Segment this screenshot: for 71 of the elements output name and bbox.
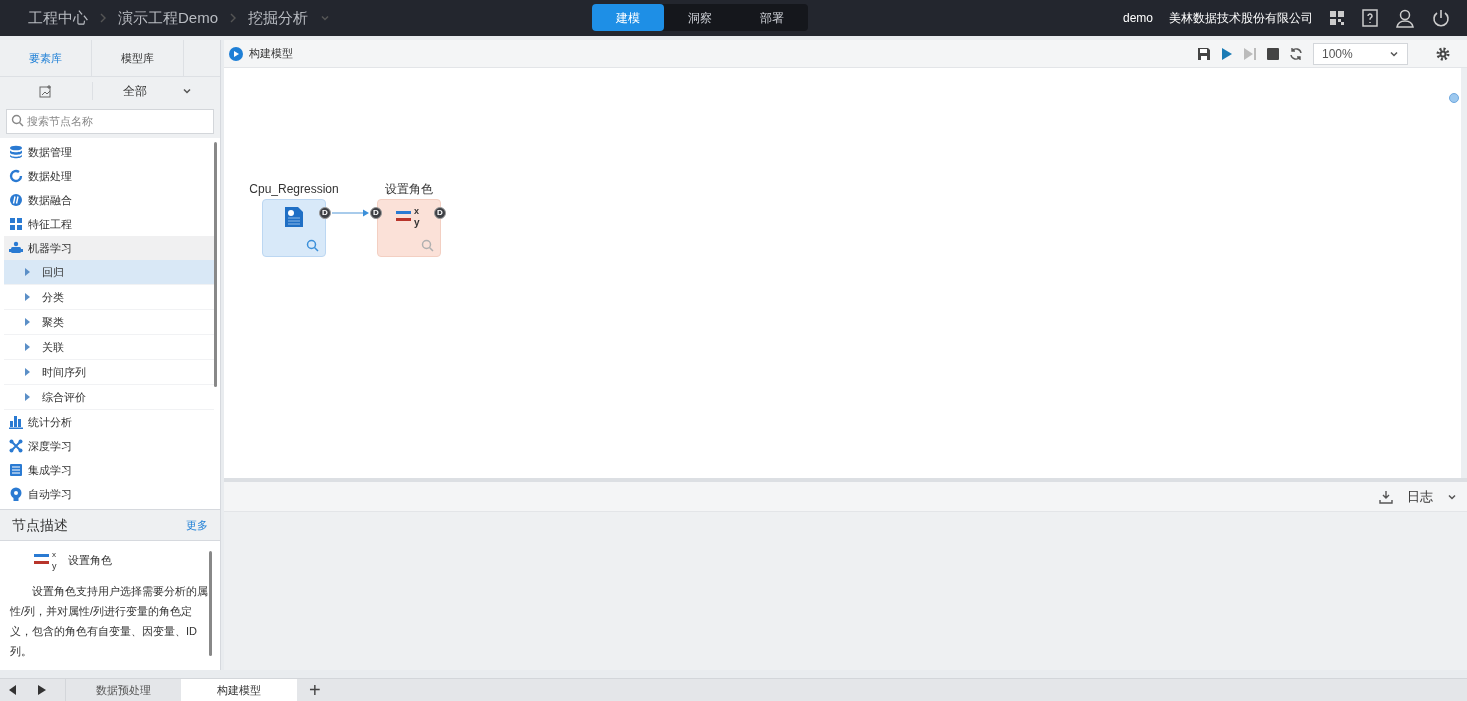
- database-icon: [9, 145, 23, 159]
- image-add-icon[interactable]: [39, 84, 53, 98]
- company-name: 美林数据技术股份有限公司: [1169, 10, 1313, 27]
- node-label: 设置角色: [385, 181, 433, 198]
- scrollbar-thumb[interactable]: [209, 551, 212, 656]
- mode-tab[interactable]: 部署: [736, 4, 808, 31]
- search-icon: [11, 114, 24, 127]
- grid-icon: [9, 217, 23, 231]
- zoom-dropdown[interactable]: 100%: [1313, 42, 1408, 65]
- caret-right-icon: [24, 343, 30, 351]
- run-icon[interactable]: [1221, 46, 1233, 61]
- log-title: 日志: [1407, 487, 1433, 506]
- user-name: demo: [1122, 10, 1153, 27]
- stop-icon[interactable]: [1267, 47, 1279, 60]
- tree-item[interactable]: 回归: [4, 260, 214, 285]
- add-tab-button[interactable]: +: [309, 680, 321, 700]
- panel-title: 节点描述: [12, 515, 68, 535]
- bulb-icon: [9, 487, 23, 501]
- canvas-title: 构建模型: [249, 46, 293, 62]
- chevron-right-icon: [100, 13, 106, 23]
- tree-item[interactable]: 统计分析: [4, 410, 214, 434]
- node-name: 设置角色: [68, 552, 112, 568]
- tree-item[interactable]: 数据融合: [4, 188, 214, 212]
- network-icon: [9, 439, 23, 453]
- merge-icon: [9, 193, 23, 207]
- port[interactable]: D: [370, 207, 382, 219]
- breadcrumb-link[interactable]: 工程中心: [28, 6, 88, 30]
- document-icon: [284, 206, 304, 228]
- bar-chart-icon: [9, 415, 23, 429]
- description-text: 设置角色支持用户选择需要分析的属性/列，并对属性/列进行变量的角色定义，包含的角色有自变量、因变量、ID列。: [10, 584, 209, 659]
- power-icon[interactable]: [1431, 8, 1451, 28]
- tree-item[interactable]: 特征工程: [4, 212, 214, 236]
- search-icon[interactable]: [306, 239, 319, 252]
- qr-code-icon[interactable]: [1329, 10, 1345, 26]
- tree-item[interactable]: 数据处理: [4, 164, 214, 188]
- next-icon[interactable]: [38, 685, 46, 695]
- page-tab[interactable]: 构建模型: [181, 679, 297, 701]
- tree-item[interactable]: 深度学习: [4, 434, 214, 458]
- previous-icon[interactable]: [9, 685, 17, 695]
- cycle-icon: [9, 169, 23, 183]
- layers-icon: [9, 463, 23, 477]
- breadcrumb-link[interactable]: 演示工程Demo: [118, 6, 218, 30]
- minimap-handle[interactable]: [1449, 93, 1459, 103]
- connector-arrow: [332, 208, 370, 218]
- robot-icon: [9, 241, 23, 255]
- help-icon[interactable]: [1361, 8, 1379, 28]
- refresh-icon[interactable]: [1289, 46, 1303, 61]
- caret-right-icon: [24, 368, 30, 376]
- tree-item[interactable]: 机器学习: [4, 236, 214, 260]
- chevron-down-icon: [182, 86, 192, 96]
- search-field[interactable]: 搜索节点名称: [6, 108, 214, 134]
- caret-right-icon: [24, 393, 30, 401]
- scrollbar-thumb[interactable]: [214, 142, 217, 387]
- chevron-right-icon: [230, 13, 236, 23]
- caret-right-icon: [24, 293, 30, 301]
- tree-item[interactable]: 数据管理: [4, 140, 214, 164]
- tree-item[interactable]: 集成学习: [4, 458, 214, 482]
- settings-icon[interactable]: [1436, 46, 1450, 61]
- tree-item[interactable]: 综合评价: [4, 385, 214, 410]
- caret-right-icon: [24, 318, 30, 326]
- user-icon[interactable]: [1395, 8, 1415, 28]
- play-icon: [229, 46, 243, 61]
- caret-right-icon: [24, 268, 30, 276]
- download-icon[interactable]: [1379, 489, 1393, 504]
- mode-tab[interactable]: 洞察: [664, 4, 736, 31]
- more-link[interactable]: 更多: [186, 516, 208, 534]
- node-label: Cpu_Regression: [249, 181, 339, 198]
- tree-item[interactable]: 自动学习: [4, 482, 214, 506]
- save-icon[interactable]: [1197, 46, 1211, 61]
- breadcrumb-link[interactable]: 挖掘分析: [248, 6, 308, 30]
- workflow-node[interactable]: [262, 199, 326, 257]
